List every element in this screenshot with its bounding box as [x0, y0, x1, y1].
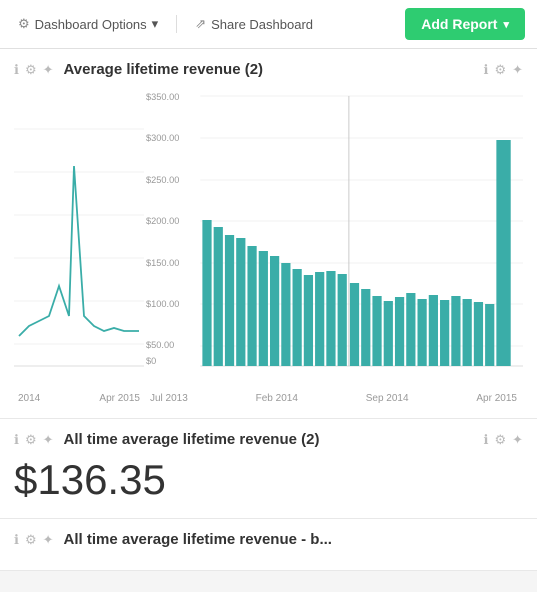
left-line-chart: 2014 Apr 2015 — [14, 86, 144, 404]
right-bar-chart: $350.00 $300.00 $250.00 $200.00 $150.00 … — [144, 86, 523, 404]
gear-icon: ⚙ — [18, 16, 30, 32]
right-xaxis-label-1: Feb 2014 — [256, 393, 298, 404]
svg-text:$150.00: $150.00 — [146, 258, 179, 268]
left-xaxis-label-0: 2014 — [18, 393, 40, 404]
settings-right-icon[interactable]: ✦ — [512, 62, 523, 78]
bottom-card-header: ℹ ⚙ ✦ All time average lifetime revenue … — [14, 531, 523, 548]
left-chart-xaxis: 2014 Apr 2015 — [14, 391, 144, 404]
right-chart-xaxis: Jul 2013 Feb 2014 Sep 2014 Apr 2015 — [144, 391, 523, 404]
metric-info-right-icon[interactable]: ℹ — [483, 432, 488, 448]
toolbar-divider — [176, 15, 177, 33]
metric-card-title: All time average lifetime revenue (2) — [64, 431, 320, 448]
chevron-down-icon: ▾ — [152, 16, 159, 32]
metric-settings-icon[interactable]: ✦ — [43, 432, 54, 448]
dashboard-options-button[interactable]: ⚙ Dashboard Options ▾ — [12, 12, 164, 36]
right-xaxis-label-0: Jul 2013 — [150, 393, 188, 404]
bottom-filter-icon[interactable]: ⚙ — [25, 532, 37, 548]
bottom-card-title: All time average lifetime revenue - b... — [64, 531, 332, 548]
chart-card-icons-left: ℹ ⚙ ✦ — [14, 62, 54, 78]
chart-card-icons-right: ℹ ⚙ ✦ — [483, 62, 523, 78]
svg-text:$50.00: $50.00 — [146, 340, 174, 350]
right-chart-svg: $350.00 $300.00 $250.00 $200.00 $150.00 … — [144, 86, 523, 386]
bottom-card: ℹ ⚙ ✦ All time average lifetime revenue … — [0, 519, 537, 571]
filter-icon[interactable]: ⚙ — [25, 62, 37, 78]
add-report-chevron-icon: ▾ — [503, 18, 509, 31]
svg-text:$300.00: $300.00 — [146, 133, 179, 143]
toolbar-left: ⚙ Dashboard Options ▾ ⇗ Share Dashboard — [12, 12, 393, 36]
filter-right-icon[interactable]: ⚙ — [494, 62, 506, 78]
share-dashboard-button[interactable]: ⇗ Share Dashboard — [189, 12, 319, 36]
metric-settings-right-icon[interactable]: ✦ — [512, 432, 523, 448]
chart-card: ℹ ⚙ ✦ Average lifetime revenue (2) ℹ ⚙ ✦ — [0, 49, 537, 419]
chart-area: 2014 Apr 2015 $350.00 $300.00 $250.00 $2… — [14, 86, 523, 404]
metric-card-icons-left: ℹ ⚙ ✦ — [14, 432, 54, 448]
svg-text:$250.00: $250.00 — [146, 175, 179, 185]
bottom-info-icon[interactable]: ℹ — [14, 532, 19, 548]
bottom-card-icons-left: ℹ ⚙ ✦ — [14, 532, 54, 548]
right-xaxis-label-2: Sep 2014 — [366, 393, 409, 404]
svg-text:$350.00: $350.00 — [146, 92, 179, 102]
dashboard-options-label: Dashboard Options — [35, 17, 147, 32]
metric-card: ℹ ⚙ ✦ All time average lifetime revenue … — [0, 419, 537, 519]
left-xaxis-label-1: Apr 2015 — [99, 393, 140, 404]
svg-text:$200.00: $200.00 — [146, 216, 179, 226]
svg-text:$100.00: $100.00 — [146, 299, 179, 309]
info-icon[interactable]: ℹ — [14, 62, 19, 78]
right-xaxis-label-3: Apr 2015 — [476, 393, 517, 404]
svg-text:$0: $0 — [146, 356, 156, 366]
metric-value: $136.35 — [14, 456, 523, 504]
add-report-label: Add Report — [421, 16, 497, 32]
add-report-button[interactable]: Add Report ▾ — [405, 8, 525, 40]
metric-filter-right-icon[interactable]: ⚙ — [494, 432, 506, 448]
share-icon: ⇗ — [195, 16, 206, 32]
settings-icon[interactable]: ✦ — [43, 62, 54, 78]
metric-info-icon[interactable]: ℹ — [14, 432, 19, 448]
toolbar: ⚙ Dashboard Options ▾ ⇗ Share Dashboard … — [0, 0, 537, 49]
info-right-icon[interactable]: ℹ — [483, 62, 488, 78]
share-dashboard-label: Share Dashboard — [211, 17, 313, 32]
bottom-settings-icon[interactable]: ✦ — [43, 532, 54, 548]
metric-filter-icon[interactable]: ⚙ — [25, 432, 37, 448]
metric-card-icons-right: ℹ ⚙ ✦ — [483, 432, 523, 448]
chart-card-header: ℹ ⚙ ✦ Average lifetime revenue (2) ℹ ⚙ ✦ — [14, 61, 523, 78]
left-chart-svg — [14, 86, 144, 386]
metric-card-header: ℹ ⚙ ✦ All time average lifetime revenue … — [14, 431, 523, 448]
chart-card-title: Average lifetime revenue (2) — [64, 61, 264, 78]
